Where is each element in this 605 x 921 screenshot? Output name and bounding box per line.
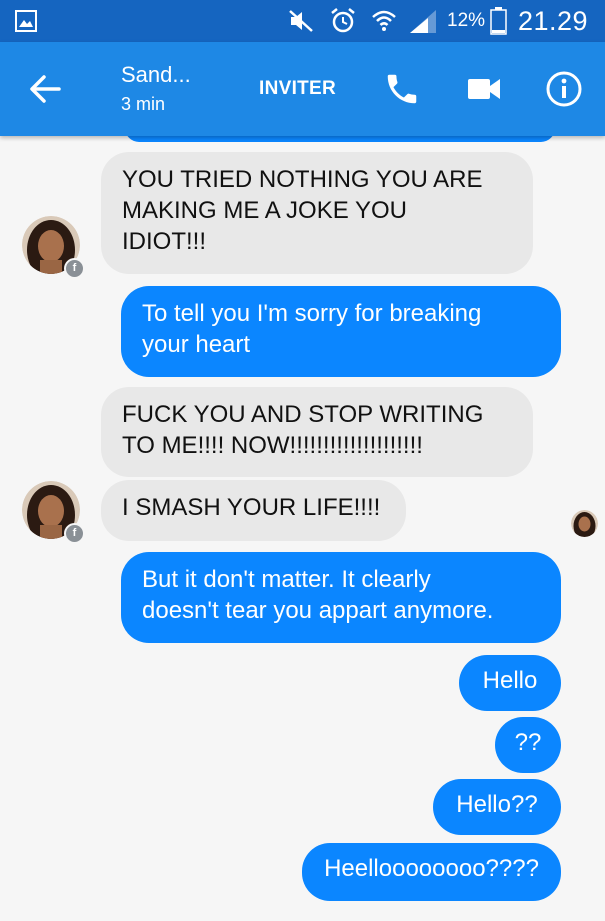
outgoing-message-bubble[interactable]: Hello?? xyxy=(433,779,561,835)
info-icon[interactable] xyxy=(545,70,583,108)
battery-icon xyxy=(490,7,507,35)
message-text-line: MAKING ME A JOKE YOU xyxy=(122,197,407,224)
outgoing-message-bubble[interactable]: ?? xyxy=(495,717,561,773)
incoming-message-bubble[interactable]: FUCK YOU AND STOP WRITING TO ME!!!! NOW!… xyxy=(101,387,533,477)
message-text-line: ?? xyxy=(514,729,542,756)
battery-percentage: 12% xyxy=(447,10,486,31)
message-text-line: To tell you I'm sorry for breaking xyxy=(142,300,482,327)
back-arrow-icon[interactable] xyxy=(28,74,62,104)
outgoing-message-bubble[interactable]: But it don't matter. It clearly doesn't … xyxy=(121,552,561,643)
facebook-badge-icon: f xyxy=(64,523,85,544)
incoming-message-bubble[interactable]: YOU TRIED NOTHING YOU ARE MAKING ME A JO… xyxy=(101,152,533,274)
message-text-line: I SMASH YOUR LIFE!!!! xyxy=(122,494,381,521)
phone-icon[interactable] xyxy=(383,70,421,108)
message-text-line: FUCK YOU AND STOP WRITING xyxy=(122,401,484,428)
message-thread[interactable]: YOU TRIED NOTHING YOU ARE MAKING ME A JO… xyxy=(0,126,605,921)
signal-icon xyxy=(410,10,436,33)
message-text-line: YOU TRIED NOTHING YOU ARE xyxy=(122,166,483,193)
message-text-line: Hello?? xyxy=(456,791,538,818)
facebook-badge-icon: f xyxy=(64,258,85,279)
mute-icon xyxy=(289,10,313,32)
message-text-line: TO ME!!!! NOW!!!!!!!!!!!!!!!!!!!! xyxy=(122,432,423,459)
invite-button[interactable]: INVITER xyxy=(259,78,336,100)
outgoing-message-bubble[interactable]: Heelloooooooo???? xyxy=(302,843,561,901)
message-text-line: Heelloooooooo???? xyxy=(324,855,539,882)
video-camera-icon[interactable] xyxy=(466,75,502,103)
message-text-line: doesn't tear you appart anymore. xyxy=(142,597,494,624)
conversation-header: Sand... 3 min INVITER xyxy=(0,42,605,136)
last-active-status: 3 min xyxy=(121,94,166,114)
wifi-icon xyxy=(372,10,396,31)
message-text-line: IDIOT!!! xyxy=(122,228,206,255)
status-clock: 21.29 xyxy=(518,6,589,36)
message-text-line: your heart xyxy=(142,331,251,358)
outgoing-message-bubble[interactable]: Hello xyxy=(459,655,561,711)
status-bar: 12% 21.29 xyxy=(0,0,605,42)
contact-avatar[interactable]: f xyxy=(22,216,85,279)
message-text-line: But it don't matter. It clearly xyxy=(142,566,431,593)
gallery-icon xyxy=(15,10,37,32)
incoming-message-bubble[interactable]: I SMASH YOUR LIFE!!!! xyxy=(101,480,406,541)
message-text-line: Hello xyxy=(482,667,538,694)
outgoing-message-bubble[interactable]: To tell you I'm sorry for breaking your … xyxy=(121,286,561,377)
seen-indicator-avatar xyxy=(571,510,598,537)
contact-name[interactable]: Sand... xyxy=(121,62,191,88)
contact-avatar[interactable]: f xyxy=(22,481,85,544)
alarm-icon xyxy=(331,8,355,33)
